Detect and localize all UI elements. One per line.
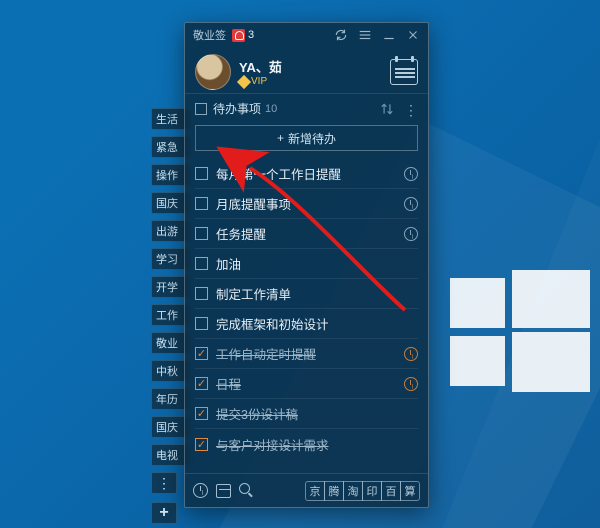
app-name: 敬业签 bbox=[193, 27, 226, 43]
footer-clock-icon[interactable] bbox=[193, 483, 208, 498]
todo-text: 加油 bbox=[216, 254, 241, 273]
todo-text: 日程 bbox=[216, 374, 241, 393]
checkbox[interactable] bbox=[195, 317, 208, 330]
more-icon[interactable] bbox=[404, 102, 418, 116]
todo-text: 任务提醒 bbox=[216, 224, 266, 243]
checkbox[interactable]: ✓ bbox=[195, 438, 208, 451]
minimize-icon[interactable] bbox=[382, 28, 396, 42]
todo-text: 每月第一个工作日提醒 bbox=[216, 164, 341, 183]
footer-shortcuts: 京腾淘印百算 bbox=[306, 481, 420, 501]
reminder-clock-icon bbox=[404, 197, 418, 211]
footer-shortcut[interactable]: 百 bbox=[381, 481, 401, 501]
todo-item[interactable]: 月底提醒事项 bbox=[195, 189, 418, 219]
todo-item[interactable]: ✓ 与客户对接设计需求 bbox=[195, 429, 418, 459]
bell-icon bbox=[232, 29, 245, 42]
todo-item[interactable]: 每月第一个工作日提醒 bbox=[195, 159, 418, 189]
section-count: 10 bbox=[265, 103, 277, 115]
vip-badge: VIP bbox=[239, 76, 282, 87]
add-todo-button[interactable]: + 新增待办 bbox=[195, 125, 418, 151]
todo-item[interactable]: ✓ 日程 bbox=[195, 369, 418, 399]
plus-icon: + bbox=[277, 131, 284, 145]
todo-text: 工作自动定时提醒 bbox=[216, 344, 316, 363]
footer: 京腾淘印百算 bbox=[185, 473, 428, 507]
footer-shortcut[interactable]: 京 bbox=[305, 481, 325, 501]
footer-calendar-icon[interactable] bbox=[216, 484, 231, 498]
checkbox[interactable] bbox=[195, 167, 208, 180]
todo-text: 与客户对接设计需求 bbox=[216, 435, 329, 454]
close-icon[interactable] bbox=[406, 28, 420, 42]
windows-logo bbox=[450, 270, 590, 410]
todo-text: 完成框架和初始设计 bbox=[216, 314, 329, 333]
calendar-icon[interactable] bbox=[390, 59, 418, 85]
desktop: 生活紧急操作国庆出游学习开学工作敬业中秋年历国庆电视+ 敬业签 3 bbox=[0, 0, 600, 528]
footer-shortcut[interactable]: 算 bbox=[400, 481, 420, 501]
checkbox[interactable] bbox=[195, 197, 208, 210]
checkbox[interactable] bbox=[195, 287, 208, 300]
app-window: 敬业签 3 bbox=[184, 22, 429, 508]
user-row: YA、茹 VIP bbox=[185, 47, 428, 93]
checkbox[interactable]: ✓ bbox=[195, 377, 208, 390]
title-bar: 敬业签 3 bbox=[185, 23, 428, 47]
section-checkbox-icon bbox=[195, 103, 207, 115]
reminder-clock-icon bbox=[404, 167, 418, 181]
footer-shortcut[interactable]: 腾 bbox=[324, 481, 344, 501]
sort-icon[interactable] bbox=[380, 102, 394, 116]
todo-item[interactable]: ✓ 提交3份设计稿 bbox=[195, 399, 418, 429]
reminder-clock-icon bbox=[404, 377, 418, 391]
todo-text: 制定工作清单 bbox=[216, 284, 291, 303]
todo-text: 月底提醒事项 bbox=[216, 194, 291, 213]
todo-item[interactable]: 加油 bbox=[195, 249, 418, 279]
todo-text: 提交3份设计稿 bbox=[216, 404, 298, 423]
checkbox[interactable] bbox=[195, 257, 208, 270]
diamond-icon bbox=[237, 74, 251, 88]
todo-item[interactable]: 任务提醒 bbox=[195, 219, 418, 249]
user-name: YA、茹 bbox=[239, 57, 282, 76]
footer-shortcut[interactable]: 印 bbox=[362, 481, 382, 501]
add-todo-label: 新增待办 bbox=[288, 130, 336, 147]
footer-search-icon[interactable] bbox=[239, 483, 254, 498]
todo-list: 每月第一个工作日提醒月底提醒事项任务提醒加油制定工作清单完成框架和初始设计 ✓ 工作… bbox=[185, 159, 428, 473]
category-more[interactable] bbox=[151, 472, 177, 494]
checkbox[interactable] bbox=[195, 227, 208, 240]
avatar[interactable] bbox=[195, 54, 231, 90]
reminder-clock-icon bbox=[404, 227, 418, 241]
footer-shortcut[interactable]: 淘 bbox=[343, 481, 363, 501]
notification-count: 3 bbox=[248, 29, 254, 41]
todo-item[interactable]: 完成框架和初始设计 bbox=[195, 309, 418, 339]
menu-icon[interactable] bbox=[358, 28, 372, 42]
todo-item[interactable]: ✓ 工作自动定时提醒 bbox=[195, 339, 418, 369]
sync-icon[interactable] bbox=[334, 28, 348, 42]
section-header: 待办事项 10 bbox=[185, 93, 428, 121]
checkbox[interactable]: ✓ bbox=[195, 347, 208, 360]
section-title: 待办事项 bbox=[213, 100, 261, 117]
category-add[interactable]: + bbox=[151, 502, 177, 524]
reminder-clock-icon bbox=[404, 347, 418, 361]
todo-item[interactable]: 制定工作清单 bbox=[195, 279, 418, 309]
checkbox[interactable]: ✓ bbox=[195, 407, 208, 420]
notification-badge[interactable]: 3 bbox=[232, 29, 254, 42]
